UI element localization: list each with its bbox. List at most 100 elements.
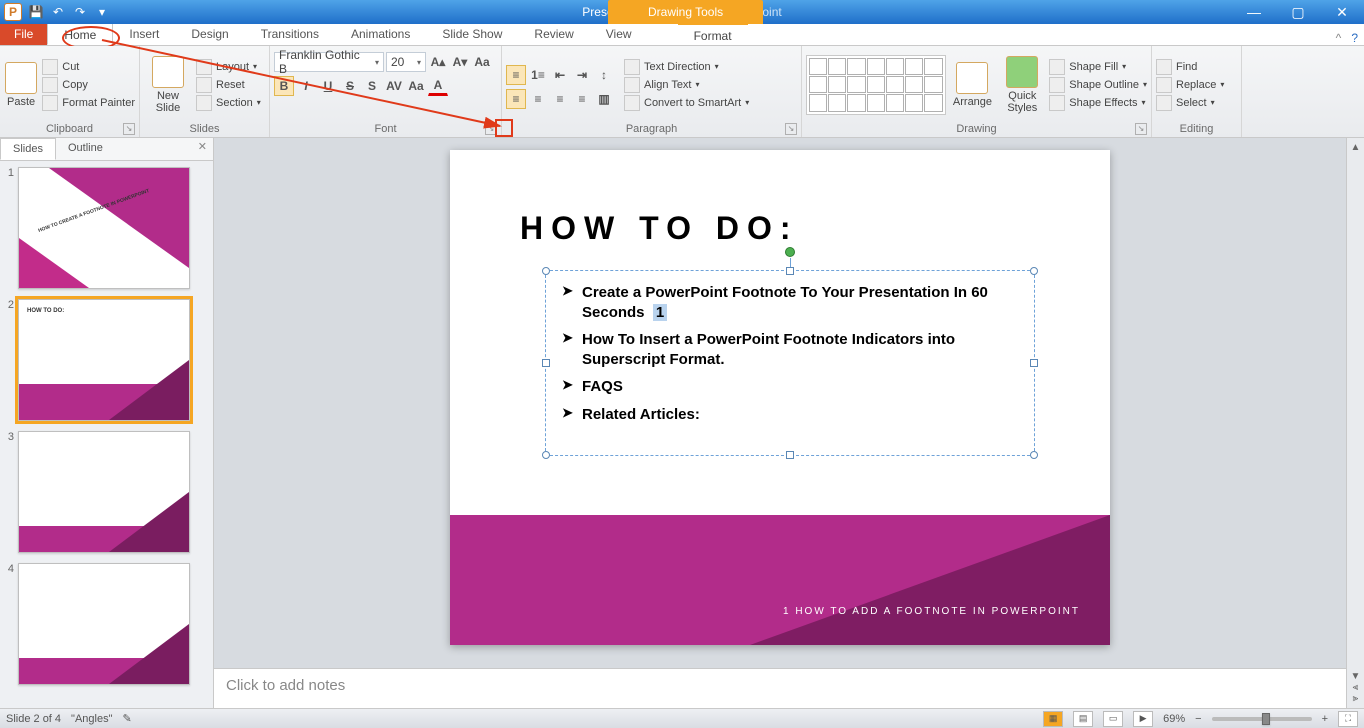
increase-indent-button[interactable]: ⇥ bbox=[572, 65, 592, 85]
line-spacing-button[interactable]: ↕ bbox=[594, 65, 614, 85]
shape-fill-button[interactable]: Shape Fill▾ bbox=[1049, 59, 1147, 75]
window-maximize-button[interactable]: ▢ bbox=[1276, 0, 1320, 24]
tab-file[interactable]: File bbox=[0, 23, 47, 45]
window-minimize-button[interactable]: — bbox=[1232, 0, 1276, 24]
slide-title[interactable]: HOW TO DO: bbox=[520, 210, 799, 247]
notes-pane[interactable]: Click to add notes bbox=[214, 668, 1346, 708]
clipboard-dialog-launcher[interactable]: ↘ bbox=[123, 123, 135, 135]
rotate-handle[interactable] bbox=[785, 247, 795, 257]
text-direction-button[interactable]: Text Direction▾ bbox=[624, 59, 749, 75]
next-slide-icon[interactable]: ⫸ bbox=[1353, 693, 1359, 704]
section-button[interactable]: Section▾ bbox=[196, 95, 261, 111]
prev-slide-icon[interactable]: ⫷ bbox=[1353, 682, 1359, 693]
shape-effects-button[interactable]: Shape Effects▾ bbox=[1049, 95, 1147, 111]
shadow-button[interactable]: S bbox=[362, 76, 382, 96]
window-close-button[interactable]: ✕ bbox=[1320, 0, 1364, 24]
shape-outline-button[interactable]: Shape Outline▾ bbox=[1049, 77, 1147, 93]
resize-handle-mr[interactable] bbox=[1030, 359, 1038, 367]
zoom-in-button[interactable]: + bbox=[1322, 713, 1328, 725]
strike-button[interactable]: S bbox=[340, 76, 360, 96]
format-painter-button[interactable]: Format Painter bbox=[42, 95, 135, 111]
qat-undo-icon[interactable]: ↶ bbox=[50, 4, 66, 20]
slide-thumbnail-1[interactable]: HOW TO CREATE A FOOTNOTE IN POWERPOINT bbox=[18, 167, 190, 289]
qat-redo-icon[interactable]: ↷ bbox=[72, 4, 88, 20]
sorter-view-button[interactable]: ▤ bbox=[1073, 711, 1093, 727]
justify-button[interactable]: ≡ bbox=[572, 89, 592, 109]
grow-font-button[interactable]: A▴ bbox=[428, 52, 448, 72]
numbering-button[interactable]: 1≡ bbox=[528, 65, 548, 85]
paste-button[interactable]: Paste bbox=[4, 52, 38, 118]
drawing-dialog-launcher[interactable]: ↘ bbox=[1135, 123, 1147, 135]
resize-handle-tr[interactable] bbox=[1030, 267, 1038, 275]
tab-format[interactable]: Format bbox=[678, 23, 748, 45]
bullet-2[interactable]: How To Insert a PowerPoint Footnote Indi… bbox=[562, 330, 1018, 369]
tab-transitions[interactable]: Transitions bbox=[245, 23, 335, 45]
tab-review[interactable]: Review bbox=[518, 23, 589, 45]
resize-handle-ml[interactable] bbox=[542, 359, 550, 367]
fit-to-window-button[interactable]: ⛶ bbox=[1338, 711, 1358, 727]
ribbon-minimize-icon[interactable]: ^ bbox=[1336, 31, 1342, 45]
scroll-up-icon[interactable]: ▲ bbox=[1351, 142, 1361, 153]
normal-view-button[interactable]: ▦ bbox=[1043, 711, 1063, 727]
char-spacing-button[interactable]: AV bbox=[384, 76, 404, 96]
align-text-button[interactable]: Align Text▾ bbox=[624, 77, 749, 93]
bullet-4[interactable]: Related Articles: bbox=[562, 405, 1018, 425]
zoom-out-button[interactable]: − bbox=[1195, 713, 1201, 725]
slide-thumbnail-3[interactable] bbox=[18, 431, 190, 553]
find-button[interactable]: Find bbox=[1156, 59, 1224, 75]
slides-tab[interactable]: Slides bbox=[0, 138, 56, 160]
slide-thumbnail-2[interactable]: HOW TO DO: bbox=[18, 299, 190, 421]
shapes-gallery[interactable] bbox=[806, 55, 946, 115]
replace-button[interactable]: Replace▾ bbox=[1156, 77, 1224, 93]
font-name-select[interactable]: Franklin Gothic B▾ bbox=[274, 52, 384, 72]
tab-insert[interactable]: Insert bbox=[113, 23, 175, 45]
outline-tab[interactable]: Outline bbox=[56, 138, 115, 160]
reading-view-button[interactable]: ▭ bbox=[1103, 711, 1123, 727]
bold-button[interactable]: B bbox=[274, 76, 294, 96]
layout-button[interactable]: Layout▾ bbox=[196, 59, 261, 75]
zoom-slider[interactable] bbox=[1212, 717, 1312, 721]
align-right-button[interactable]: ≡ bbox=[550, 89, 570, 109]
tab-home[interactable]: Home bbox=[47, 23, 113, 45]
tab-animations[interactable]: Animations bbox=[335, 23, 426, 45]
tab-design[interactable]: Design bbox=[175, 23, 244, 45]
vertical-scrollbar[interactable]: ▲ ▼ ⫷ ⫸ bbox=[1346, 138, 1364, 708]
decrease-indent-button[interactable]: ⇤ bbox=[550, 65, 570, 85]
font-color-button[interactable]: A bbox=[428, 76, 448, 96]
underline-button[interactable]: U bbox=[318, 76, 338, 96]
help-icon[interactable]: ? bbox=[1351, 31, 1358, 45]
slideshow-view-button[interactable]: ▶ bbox=[1133, 711, 1153, 727]
shrink-font-button[interactable]: A▾ bbox=[450, 52, 470, 72]
bullet-list[interactable]: Create a PowerPoint Footnote To Your Pre… bbox=[546, 271, 1034, 444]
bullets-button[interactable]: ≡ bbox=[506, 65, 526, 85]
tab-view[interactable]: View bbox=[590, 23, 648, 45]
resize-handle-mb[interactable] bbox=[786, 451, 794, 459]
scroll-down-icon[interactable]: ▼ bbox=[1351, 671, 1361, 682]
new-slide-button[interactable]: New Slide bbox=[144, 52, 192, 118]
bullet-1[interactable]: Create a PowerPoint Footnote To Your Pre… bbox=[562, 283, 1018, 322]
convert-smartart-button[interactable]: Convert to SmartArt▾ bbox=[624, 95, 749, 111]
qat-save-icon[interactable]: 💾 bbox=[28, 4, 44, 20]
spellcheck-icon[interactable]: ✎ bbox=[123, 712, 132, 725]
change-case-button[interactable]: Aa bbox=[406, 76, 426, 96]
clear-formatting-button[interactable]: Aa bbox=[472, 52, 492, 72]
resize-handle-bl[interactable] bbox=[542, 451, 550, 459]
reset-button[interactable]: Reset bbox=[196, 77, 261, 93]
slide-thumbnail-4[interactable] bbox=[18, 563, 190, 685]
select-button[interactable]: Select▾ bbox=[1156, 95, 1224, 111]
qat-customize-icon[interactable]: ▾ bbox=[94, 4, 110, 20]
paragraph-dialog-launcher[interactable]: ↘ bbox=[785, 123, 797, 135]
resize-handle-mt[interactable] bbox=[786, 267, 794, 275]
cut-button[interactable]: Cut bbox=[42, 59, 135, 75]
slide-canvas[interactable]: HOW TO DO: Create a PowerPoint Footnote … bbox=[214, 138, 1346, 668]
arrange-button[interactable]: Arrange bbox=[950, 52, 996, 118]
footnote-text[interactable]: 1 HOW TO ADD A FOOTNOTE IN POWERPOINT bbox=[783, 606, 1080, 617]
content-textbox[interactable]: Create a PowerPoint Footnote To Your Pre… bbox=[545, 270, 1035, 456]
italic-button[interactable]: I bbox=[296, 76, 316, 96]
font-dialog-launcher[interactable]: ↘ bbox=[485, 123, 497, 135]
tab-slideshow[interactable]: Slide Show bbox=[426, 23, 518, 45]
align-left-button[interactable]: ≡ bbox=[506, 89, 526, 109]
columns-button[interactable]: ▥ bbox=[594, 89, 614, 109]
resize-handle-tl[interactable] bbox=[542, 267, 550, 275]
resize-handle-br[interactable] bbox=[1030, 451, 1038, 459]
